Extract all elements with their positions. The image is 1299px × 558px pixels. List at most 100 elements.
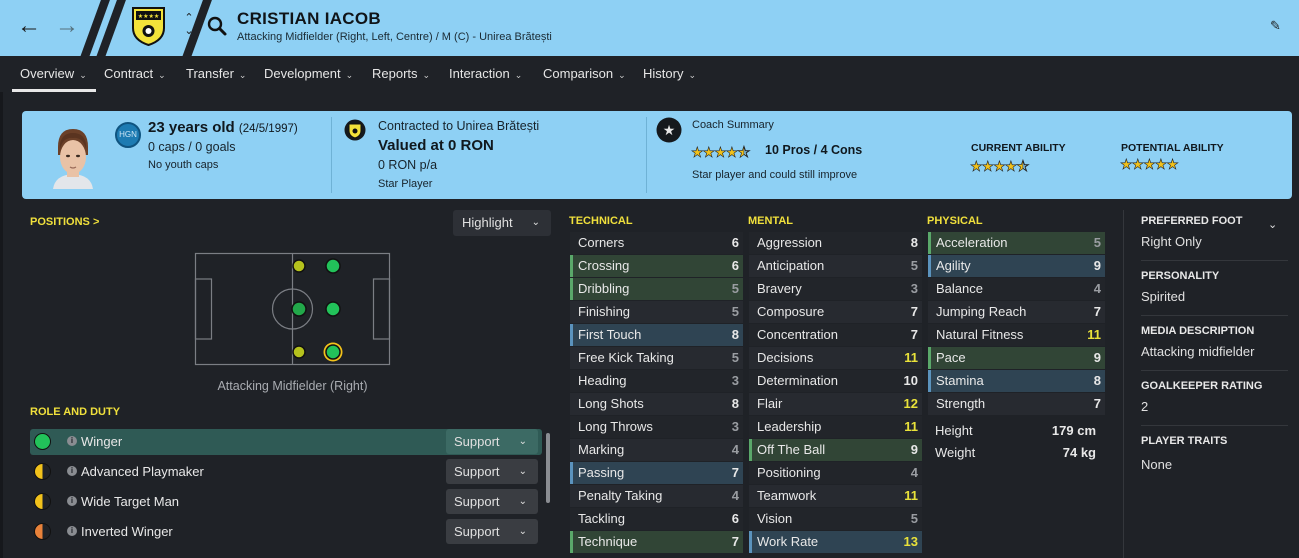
role-row[interactable]: i Wide Target Man Support ⌄ [30,489,542,515]
attribute-value: 11 [904,488,918,503]
arrow-left-icon[interactable]: ← [14,11,44,41]
attribute-row[interactable]: Decisions 11 [749,347,922,369]
attribute-row[interactable]: Strength 7 [928,393,1105,415]
player-switch-icon[interactable]: ⌃ ⌄ [180,12,198,42]
attribute-row[interactable]: Flair 12 [749,393,922,415]
club-crest-icon[interactable]: ★★★★ [131,6,166,46]
attribute-name: Composure [757,304,825,319]
arrow-right-icon[interactable]: → [52,11,82,41]
svg-text:★: ★ [663,123,676,139]
attribute-row[interactable]: Work Rate 13 [749,531,922,553]
info-icon[interactable]: i [67,496,77,506]
attribute-row[interactable]: Acceleration 5 [928,232,1105,254]
attribute-row[interactable]: Finishing 5 [570,301,743,323]
attribute-value: 5 [731,304,739,319]
duty-dropdown[interactable]: Support ⌄ [446,519,538,544]
duty-dropdown[interactable]: Support ⌄ [446,459,538,484]
tab-development[interactable]: Development ⌄ [264,66,353,81]
attribute-row[interactable]: Long Shots 8 [570,393,743,415]
attribute-value: 8 [910,235,918,250]
attribute-row[interactable]: Penalty Taking 4 [570,485,743,507]
attribute-row[interactable]: Dribbling 5 [570,278,743,300]
attribute-row[interactable]: Leadership 11 [749,416,922,438]
attribute-row[interactable]: Composure 7 [749,301,922,323]
duty-dropdown[interactable]: Support ⌄ [446,489,538,514]
attribute-row[interactable]: Passing 7 [570,462,743,484]
attribute-value: 13 [903,534,918,549]
attribute-row[interactable]: Pace 9 [928,347,1105,369]
role-row[interactable]: i Advanced Playmaker Support ⌄ [30,459,542,485]
role-duty-title: ROLE AND DUTY [30,406,121,418]
goalkeeper-rating-value: 2 [1141,399,1149,414]
svg-text:★★★★: ★★★★ [138,13,160,20]
attribute-row[interactable]: Stamina 8 [928,370,1105,392]
tab-overview[interactable]: Overview ⌄ [20,66,87,81]
attribute-name: Natural Fitness [936,327,1024,342]
potential-ability-label: POTENTIAL ABILITY [1121,142,1224,154]
chevron-down-icon: ⌄ [518,466,527,477]
search-icon[interactable] [206,15,228,37]
weight-label: Weight [935,445,976,460]
attribute-row[interactable]: Technique 7 [570,531,743,553]
attribute-name: Corners [578,235,625,250]
attribute-row[interactable]: Corners 6 [570,232,743,254]
role-row[interactable]: i Winger Support ⌄ [30,429,542,455]
role-row[interactable]: i Inverted Winger Support ⌄ [30,519,542,545]
chevron-down-icon[interactable]: ⌄ [1268,218,1277,231]
attribute-value: 4 [910,465,918,480]
attribute-name: Stamina [936,373,984,388]
attribute-row[interactable]: Vision 5 [749,508,922,530]
attribute-row[interactable]: Bravery 3 [749,278,922,300]
attribute-name: Strength [936,396,986,411]
positions-link[interactable]: POSITIONS > [30,216,99,228]
attribute-value: 4 [731,488,739,503]
info-icon[interactable]: i [67,466,77,476]
tab-interaction[interactable]: Interaction ⌄ [449,66,522,81]
attribute-row[interactable]: Determination 10 [749,370,922,392]
attribute-row[interactable]: Free Kick Taking 5 [570,347,743,369]
attribute-row[interactable]: Heading 3 [570,370,743,392]
tab-comparison[interactable]: Comparison ⌄ [543,66,626,81]
tab-contract[interactable]: Contract ⌄ [104,66,166,81]
info-icon[interactable]: i [67,526,77,536]
attribute-row[interactable]: Positioning 4 [749,462,922,484]
info-icon[interactable]: i [67,436,77,446]
attribute-row[interactable]: Anticipation 5 [749,255,922,277]
media-description-label: MEDIA DESCRIPTION [1141,325,1255,337]
attribute-row[interactable]: Jumping Reach 7 [928,301,1105,323]
contract-club: Contracted to Unirea Brătești [378,119,540,133]
attribute-row[interactable]: Long Throws 3 [570,416,743,438]
attribute-value: 5 [1093,235,1101,250]
attribute-row[interactable]: Balance 4 [928,278,1105,300]
attribute-name: Work Rate [757,534,819,549]
attribute-value: 4 [1093,281,1101,296]
attribute-row[interactable]: Crossing 6 [570,255,743,277]
attribute-row[interactable]: Agility 9 [928,255,1105,277]
attribute-row[interactable]: First Touch 8 [570,324,743,346]
attribute-value: 3 [731,419,739,434]
attribute-value: 8 [731,327,739,342]
tab-transfer[interactable]: Transfer ⌄ [186,66,246,81]
attribute-row[interactable]: Aggression 8 [749,232,922,254]
youth-caps: No youth caps [148,159,219,171]
role-name: Winger [81,434,123,449]
chevron-down-icon: ⌄ [238,70,247,80]
edit-icon[interactable]: ✎ [1270,18,1281,34]
attribute-value: 5 [910,258,918,273]
attribute-name: Acceleration [936,235,1008,250]
nation-flag-icon[interactable]: HGN [115,122,141,148]
height-value: 179 cm [1051,423,1096,438]
attribute-row[interactable]: Teamwork 11 [749,485,922,507]
attribute-row[interactable]: Off The Ball 9 [749,439,922,461]
highlight-dropdown[interactable]: Highlight ⌄ [453,210,551,236]
duty-dropdown[interactable]: Support ⌄ [446,429,538,454]
mental-title: MENTAL [748,215,794,227]
tab-reports[interactable]: Reports ⌄ [372,66,430,81]
attribute-row[interactable]: Natural Fitness 11 [928,324,1105,346]
attribute-row[interactable]: Concentration 7 [749,324,922,346]
roles-scrollbar[interactable] [546,433,550,503]
attribute-row[interactable]: Tackling 6 [570,508,743,530]
attribute-row[interactable]: Marking 4 [570,439,743,461]
tab-history[interactable]: History ⌄ [643,66,696,81]
attribute-name: Bravery [757,281,802,296]
